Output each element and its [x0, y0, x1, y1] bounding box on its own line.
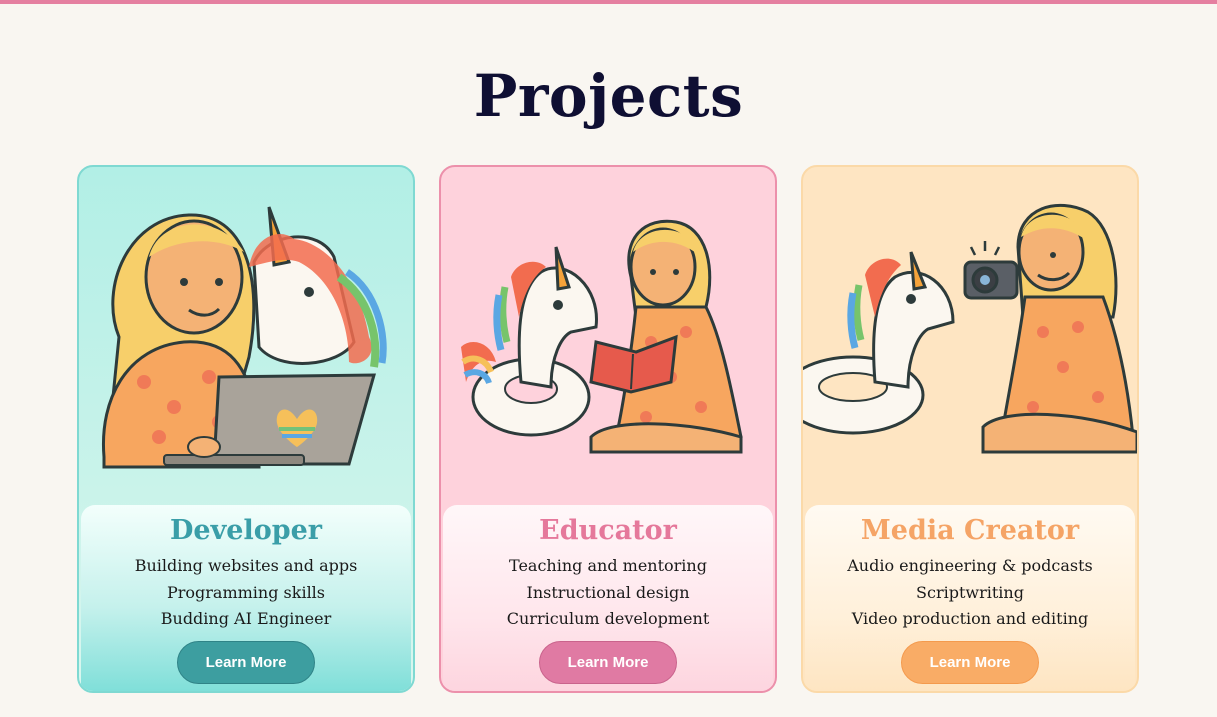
list-item: Video production and editing — [851, 609, 1089, 628]
card-title: Developer — [169, 515, 322, 546]
project-card-media-creator: Media Creator Audio engineering & podcas… — [801, 165, 1139, 693]
card-info: Educator Teaching and mentoring Instruct… — [443, 505, 773, 691]
educator-illustration — [461, 219, 743, 454]
card-info: Developer Building websites and apps Pro… — [81, 505, 411, 691]
list-item: Curriculum development — [506, 609, 710, 628]
list-item: Building websites and apps — [134, 556, 358, 575]
list-item: Teaching and mentoring — [509, 556, 707, 575]
card-title: Media Creator — [860, 515, 1080, 546]
skill-list: Teaching and mentoring Instructional des… — [443, 553, 773, 633]
learn-more-button[interactable]: Learn More — [177, 640, 315, 684]
card-title: Educator — [539, 515, 677, 546]
list-item: Programming skills — [166, 582, 326, 602]
list-item: Scriptwriting — [916, 582, 1024, 602]
card-info: Media Creator Audio engineering & podcas… — [805, 505, 1135, 691]
list-item: Budding AI Engineer — [160, 609, 332, 628]
developer-illustration — [101, 206, 387, 469]
learn-more-button[interactable]: Learn More — [539, 640, 677, 684]
list-item: Audio engineering & podcasts — [847, 556, 1093, 575]
project-card-educator: Educator Teaching and mentoring Instruct… — [439, 165, 777, 693]
skill-list: Building websites and apps Programming s… — [81, 553, 411, 633]
skill-list: Audio engineering & podcasts Scriptwriti… — [805, 553, 1135, 633]
top-accent-bar — [0, 0, 1217, 4]
media-creator-illustration — [803, 203, 1137, 454]
learn-more-button[interactable]: Learn More — [901, 640, 1039, 684]
list-item: Instructional design — [526, 582, 690, 602]
project-card-developer: Developer Building websites and apps Pro… — [77, 165, 415, 693]
page-title: Projects — [473, 62, 744, 130]
